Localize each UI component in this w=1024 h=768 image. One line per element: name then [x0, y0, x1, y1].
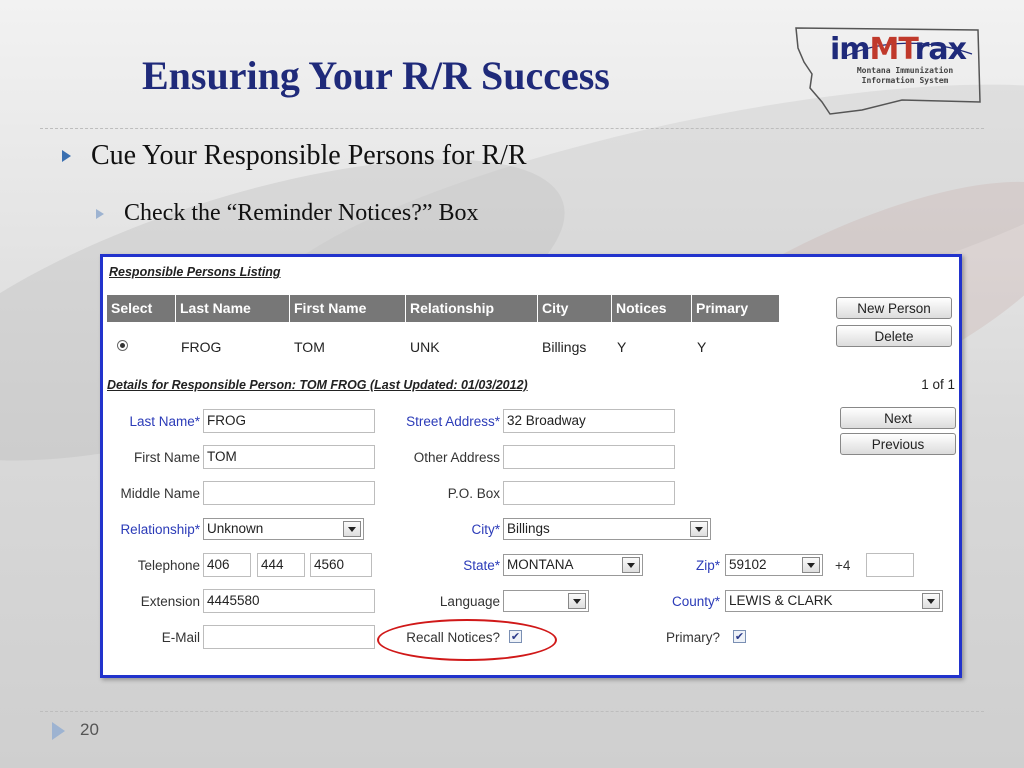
column-header-city: City: [538, 295, 611, 322]
row-first-name: TOM: [294, 339, 325, 355]
bullet-triangle-icon: [62, 150, 71, 162]
divider: [40, 711, 984, 712]
bullet-level-1: Cue Your Responsible Persons for R/R: [62, 140, 527, 172]
email-label: E-Mail: [161, 630, 200, 645]
plus4-field[interactable]: [866, 553, 914, 577]
last-name-field[interactable]: FROG: [203, 409, 375, 433]
row-select-radio[interactable]: [117, 340, 128, 351]
row-relationship: UNK: [410, 339, 440, 355]
county-label: County*: [671, 594, 720, 609]
telephone-area-field[interactable]: 406: [203, 553, 251, 577]
logo-subtitle: Montana Immunization Information System: [856, 66, 954, 85]
zip-select[interactable]: 59102: [725, 554, 823, 576]
immtrax-logo: imMTrax Montana Immunization Information…: [782, 18, 982, 124]
column-header-notices: Notices: [612, 295, 691, 322]
row-primary: Y: [697, 339, 707, 355]
chevron-down-icon[interactable]: [568, 593, 586, 609]
slide-title: Ensuring Your R/R Success: [142, 53, 610, 98]
state-label: State*: [463, 558, 500, 573]
page-triangle-icon: [52, 722, 65, 740]
row-last-name: FROG: [181, 339, 222, 355]
primary-checkbox[interactable]: ✔: [733, 630, 746, 643]
first-name-field[interactable]: TOM: [203, 445, 375, 469]
city-label: City*: [471, 522, 500, 537]
relationship-label: Relationship*: [120, 522, 200, 537]
chevron-down-icon[interactable]: [622, 557, 640, 573]
zip-label: Zip*: [695, 558, 720, 573]
other-address-label: Other Address: [413, 450, 500, 465]
extension-field[interactable]: 4445580: [203, 589, 375, 613]
chevron-down-icon[interactable]: [922, 593, 940, 609]
previous-button[interactable]: Previous: [840, 433, 956, 455]
responsible-persons-screenshot: Responsible Persons Listing Select Last …: [100, 254, 962, 678]
first-name-label: First Name: [133, 450, 200, 465]
column-header-last-name: Last Name: [176, 295, 289, 322]
chevron-down-icon[interactable]: [690, 521, 708, 537]
middle-name-field[interactable]: [203, 481, 375, 505]
telephone-line-field[interactable]: 4560: [310, 553, 372, 577]
street-address-field[interactable]: 32 Broadway: [503, 409, 675, 433]
language-label: Language: [439, 594, 500, 609]
primary-label: Primary?: [665, 630, 720, 645]
middle-name-label: Middle Name: [120, 486, 200, 501]
listing-title: Responsible Persons Listing: [109, 265, 281, 279]
chevron-down-icon[interactable]: [802, 557, 820, 573]
state-select[interactable]: MONTANA: [503, 554, 643, 576]
bullet-level-2: Check the “Reminder Notices?” Box: [96, 200, 479, 227]
telephone-prefix-field[interactable]: 444: [257, 553, 305, 577]
telephone-label: Telephone: [137, 558, 200, 573]
other-address-field[interactable]: [503, 445, 675, 469]
street-address-label: Street Address*: [406, 414, 500, 429]
record-count: 1 of 1: [921, 377, 955, 392]
plus4-label: +4: [835, 558, 851, 573]
language-select[interactable]: [503, 590, 589, 612]
po-box-field[interactable]: [503, 481, 675, 505]
page-number: 20: [80, 720, 99, 739]
relationship-select[interactable]: Unknown: [203, 518, 364, 540]
column-header-relationship: Relationship: [406, 295, 537, 322]
delete-button[interactable]: Delete: [836, 325, 952, 347]
email-field[interactable]: [203, 625, 375, 649]
column-header-first-name: First Name: [290, 295, 405, 322]
new-person-button[interactable]: New Person: [836, 297, 952, 319]
row-notices: Y: [617, 339, 627, 355]
row-city: Billings: [542, 339, 587, 355]
details-title: Details for Responsible Person: TOM FROG…: [107, 378, 528, 392]
divider: [40, 128, 984, 129]
highlight-circle: [377, 619, 557, 661]
bullet-triangle-icon: [96, 208, 104, 219]
next-button[interactable]: Next: [840, 407, 956, 429]
chevron-down-icon[interactable]: [343, 521, 361, 537]
column-header-select: Select: [107, 295, 175, 322]
last-name-label: Last Name*: [129, 414, 200, 429]
city-select[interactable]: Billings: [503, 518, 711, 540]
column-header-primary: Primary: [692, 295, 779, 322]
county-select[interactable]: LEWIS & CLARK: [725, 590, 943, 612]
logo-wordmark: imMTrax: [830, 32, 967, 67]
po-box-label: P.O. Box: [447, 486, 500, 501]
extension-label: Extension: [140, 594, 200, 609]
